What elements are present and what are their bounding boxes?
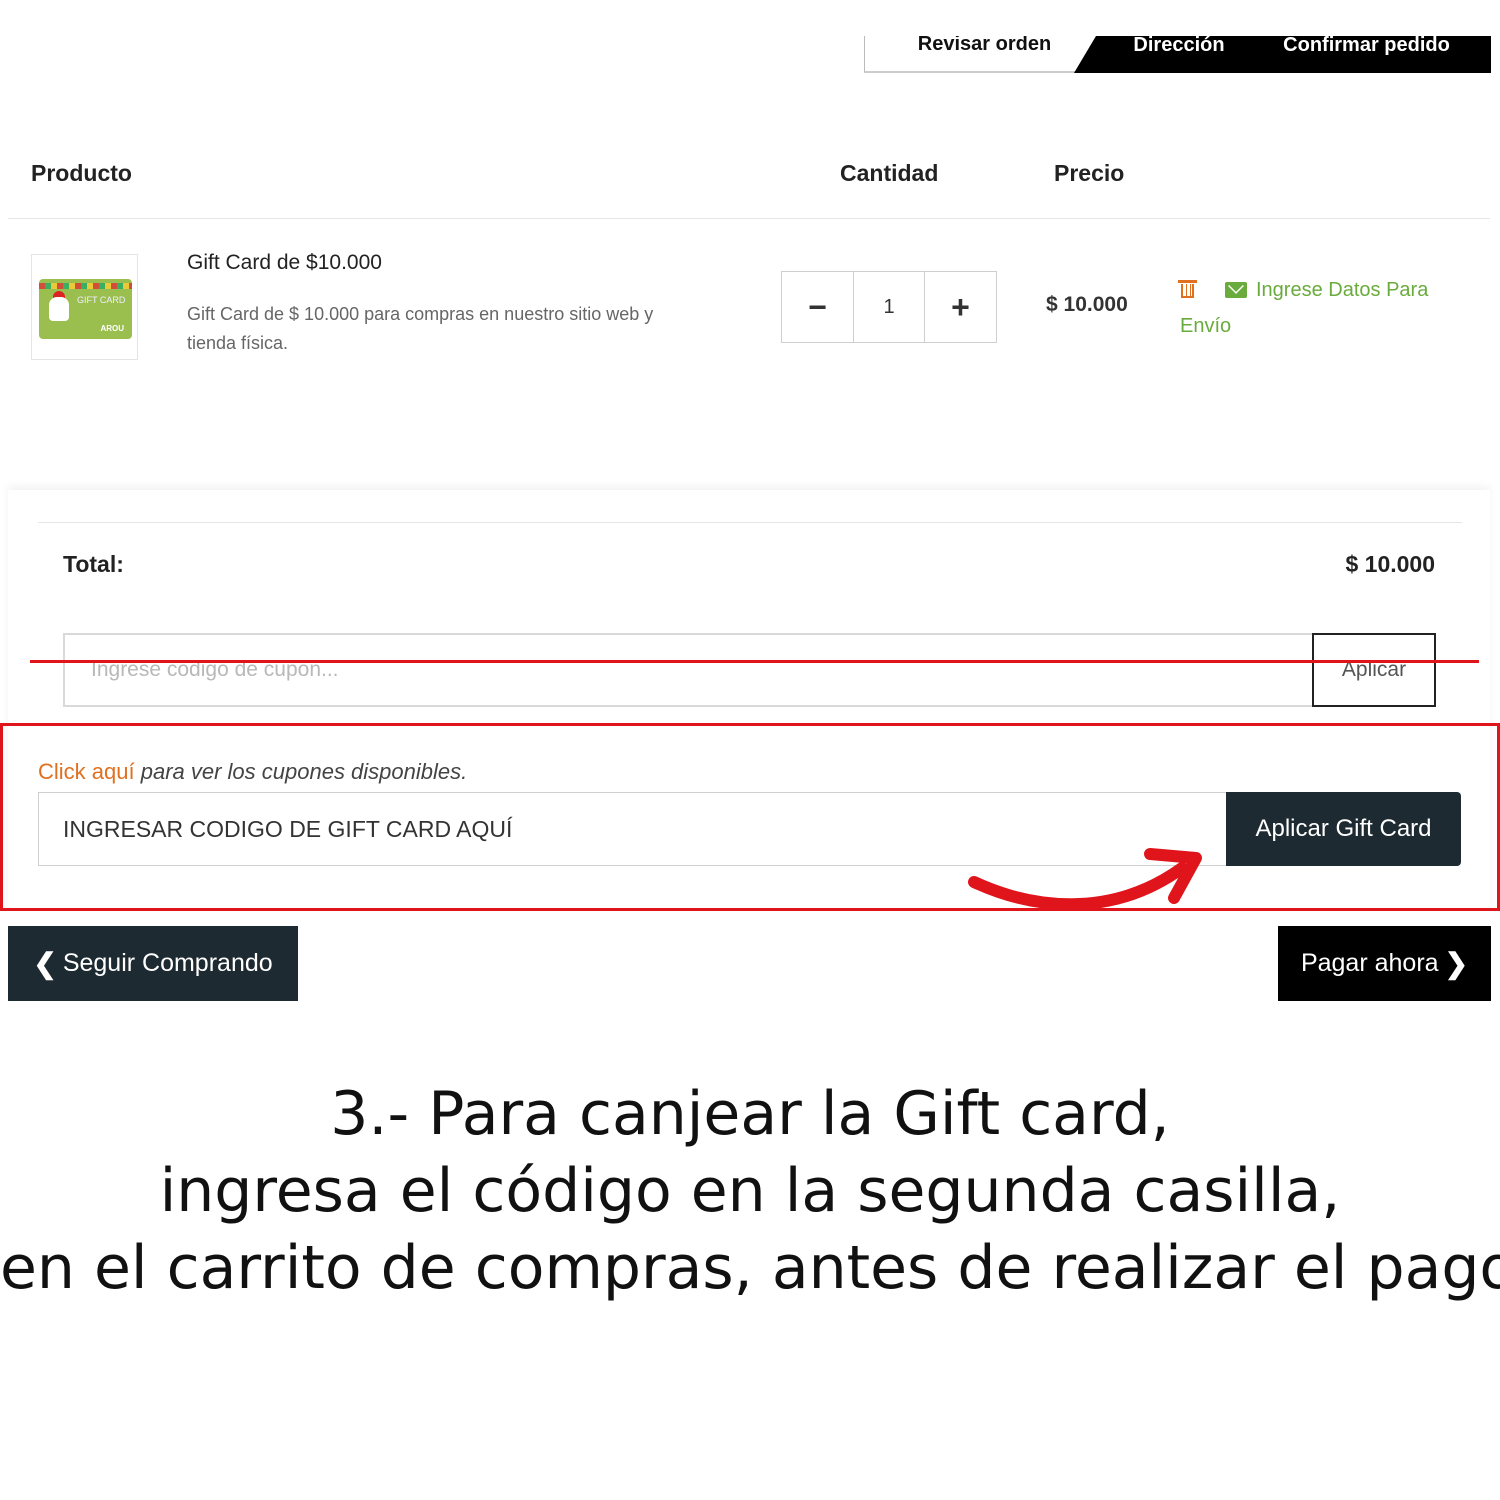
increase-quantity-button[interactable]: + — [924, 272, 996, 342]
curved-arrow-annotation — [968, 848, 1202, 911]
strikethrough-annotation — [30, 660, 1479, 663]
chevron-left-icon: ❮ — [33, 948, 57, 979]
column-header-quantity: Cantidad — [840, 160, 939, 186]
caption-line: ingresa el código en la segunda casilla, — [159, 1156, 1341, 1226]
pay-now-label: Pagar ahora — [1300, 949, 1439, 977]
row-actions: Ingrese Datos Para Envío — [1178, 272, 1465, 344]
step-revisar-orden[interactable]: Revisar orden — [864, 36, 1104, 73]
available-coupons-hint: Click aquí para ver los cupones disponib… — [38, 759, 467, 785]
gift-card-image: GIFT CARD AROU — [39, 279, 132, 339]
apply-coupon-button[interactable]: Aplicar — [1312, 633, 1436, 707]
view-coupons-link[interactable]: Click aquí — [38, 759, 135, 784]
chevron-right-icon: ❯ — [1444, 948, 1469, 979]
quantity-value[interactable]: 1 — [854, 272, 924, 342]
product-thumbnail[interactable]: GIFT CARD AROU — [31, 254, 138, 360]
divider — [8, 218, 1490, 219]
continue-shopping-button[interactable]: ❮ Seguir Comprando — [8, 926, 298, 1001]
instruction-caption: 3.- Para canjear la Gift card, ingresa e… — [0, 1076, 1500, 1307]
trash-icon[interactable] — [1178, 280, 1197, 298]
envelope-icon — [1225, 282, 1247, 298]
product-name[interactable]: Gift Card de $10.000 — [187, 251, 382, 275]
step-direccion[interactable]: Dirección — [1074, 36, 1284, 73]
decrease-quantity-button[interactable]: − — [782, 272, 854, 342]
total-label: Total: — [63, 551, 124, 577]
caption-line: en el carrito de compras, antes de reali… — [0, 1233, 1500, 1303]
checkout-steps: Revisar orden Confirmar pedido Dirección — [864, 36, 1491, 73]
apply-gift-card-button[interactable]: Aplicar Gift Card — [1226, 792, 1461, 866]
coupons-hint-text: para ver los cupones disponibles. — [140, 759, 468, 784]
product-description: Gift Card de $ 10.000 para compras en nu… — [187, 304, 654, 353]
shipping-data-link[interactable]: Ingrese Datos Para Envío — [1180, 279, 1428, 337]
total-value: $ 10.000 — [1345, 551, 1435, 577]
continue-shopping-label: Seguir Comprando — [62, 949, 273, 977]
column-header-price: Precio — [1054, 160, 1125, 186]
coupon-code-input[interactable] — [63, 633, 1314, 707]
divider — [38, 522, 1462, 523]
column-header-product: Producto — [31, 160, 132, 186]
caption-line: 3.- Para canjear la Gift card, — [330, 1079, 1170, 1149]
pay-now-button[interactable]: Pagar ahora ❯ — [1278, 926, 1491, 1001]
product-price: $ 10.000 — [1046, 293, 1128, 316]
quantity-stepper: − 1 + — [781, 271, 997, 343]
